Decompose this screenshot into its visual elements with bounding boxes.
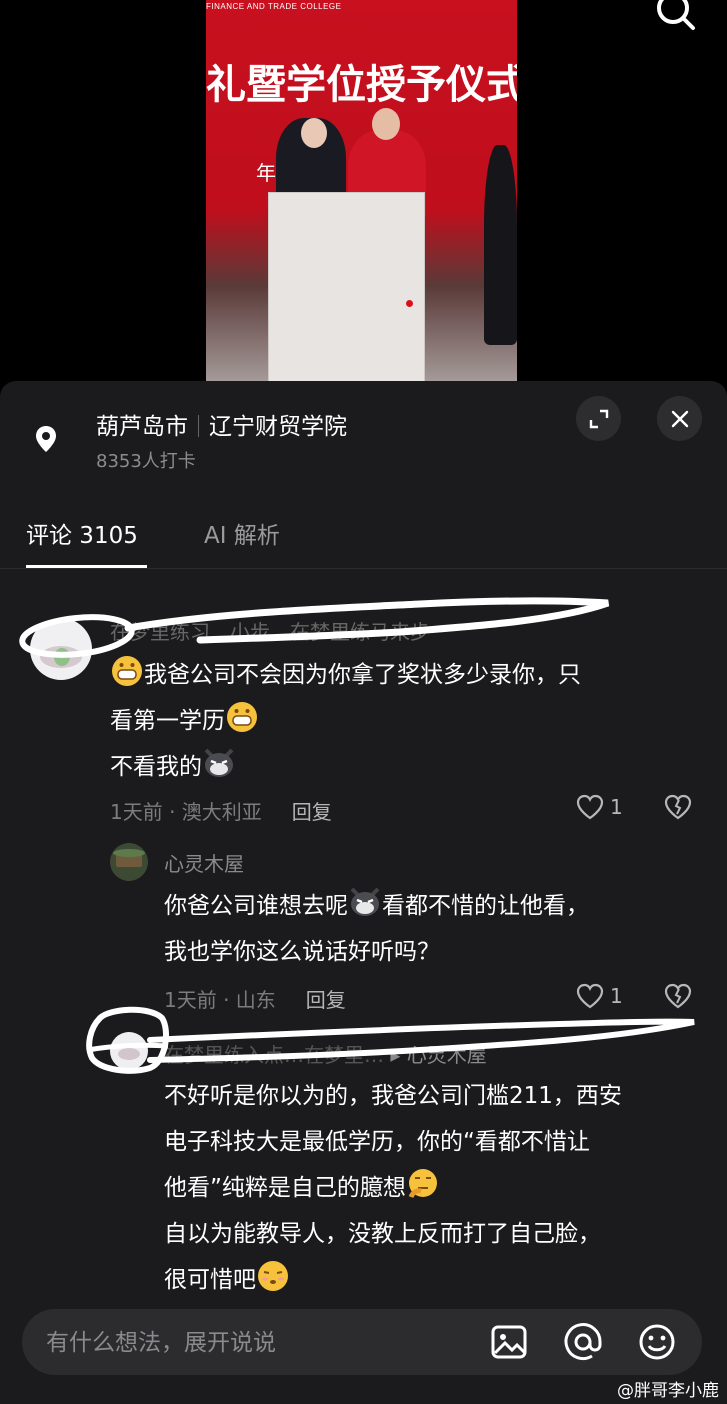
professor-face [372,108,400,140]
video-frame: FINANCE AND TRADE COLLEGE 礼暨学位授予仪式 年六月 [206,0,517,381]
comment-line: 很可惜吧 [164,1257,622,1303]
heart-icon [576,794,604,820]
expand-icon [589,409,608,428]
avatar[interactable] [30,618,92,680]
smirk-cat-emoji-icon [204,748,234,777]
search-icon [657,0,695,30]
red-seal [406,300,413,307]
comment-line: 看第一学历 [110,698,581,744]
comment-text: 你爸公司谁想去呢 看都不惜的让他看， 我也学你这么说话好听吗？ [164,883,589,975]
reply-to-user[interactable]: ▸ 心灵木屋 [390,1043,486,1067]
smirk-cat-emoji-icon [350,887,380,916]
checkin-count: 8353人打卡 [96,451,196,472]
reply-button[interactable]: 回复 [306,988,346,1012]
location-title[interactable]: 葫芦岛市 辽宁财贸学院 [96,407,347,441]
comment-text: 我爸公司不会因为你拿了奖状多少录你，只 看第一学历 不看我的 [110,652,581,790]
like-button[interactable]: 1 [576,794,623,820]
close-icon [671,410,688,427]
certificate-scroll [268,192,425,381]
comment-input-bar [22,1309,702,1377]
graduate-face [301,118,327,148]
tabs-divider [0,568,727,569]
comment-username[interactable]: 心灵木屋 [164,848,244,877]
close-button[interactable] [657,396,702,441]
comment-text: 不好听是你以为的，我爸公司门槛211，西安 电子科技大是最低学历，你的“看都不惜… [164,1073,622,1303]
dislike-icon[interactable] [664,983,692,1009]
like-button[interactable]: 1 [576,983,623,1009]
emoji-icon[interactable] [638,1323,676,1361]
comment-line: 他看”纯粹是自己的臆想 [164,1165,622,1211]
avatar[interactable] [110,1032,148,1070]
expand-button[interactable] [576,396,621,441]
location-pin-icon [36,426,56,452]
comment-line: 不好听是你以为的，我爸公司门槛211，西安 [164,1083,622,1109]
location-city: 葫芦岛市 [96,414,188,440]
like-count: 1 [610,795,623,819]
video-player[interactable]: FINANCE AND TRADE COLLEGE 礼暨学位授予仪式 年六月 [0,0,727,381]
pouting-emoji-icon [258,1261,288,1291]
comment-line: 我爸公司不会因为你拿了奖状多少录你，只 [110,652,581,698]
comment-input[interactable] [44,1309,478,1377]
mention-icon[interactable] [564,1323,602,1361]
image-icon[interactable] [490,1323,528,1361]
comment-line: 自以为能教导人，没教上反而打了自己脸， [164,1221,601,1247]
like-count: 1 [610,984,623,1008]
comment-line: 你爸公司谁想去呢 看都不惜的让他看， [164,883,589,929]
grin-emoji-icon [227,702,257,732]
tab-ai-analysis[interactable]: AI 解析 [204,516,280,550]
search-button[interactable] [653,0,701,36]
location-place: 辽宁财贸学院 [209,414,347,440]
tab-comments[interactable]: 评论 3105 [26,516,138,550]
comment-line: 我也学你这么说话好听吗？ [164,939,440,965]
comment-line: 不看我的 [110,744,581,790]
comment-meta: 1天前 · 澳大利亚 回复 [110,800,332,824]
grin-emoji-icon [112,656,142,686]
comment-meta: 1天前 · 山东 回复 [164,988,346,1012]
avatar[interactable] [110,843,148,881]
college-banner-text: FINANCE AND TRADE COLLEGE [206,2,342,11]
thinking-emoji-icon [408,1169,437,1199]
ceremony-banner-text: 礼暨学位授予仪式 [206,62,517,108]
heart-icon [576,983,604,1009]
reply-button[interactable]: 回复 [292,800,332,824]
comment-username[interactable]: 在梦里练入点…在梦里… ▸ 心灵木屋 [164,1039,487,1068]
title-divider [198,415,199,437]
comment-line: 电子科技大是最低学历，你的“看都不惜让 [164,1129,590,1155]
weibo-watermark: @胖哥李小鹿 [617,1381,719,1401]
dislike-icon[interactable] [664,794,692,820]
staff-figure [484,145,517,345]
comment-username[interactable]: 在梦里练习…小步…在梦里练马来步 [110,616,430,645]
